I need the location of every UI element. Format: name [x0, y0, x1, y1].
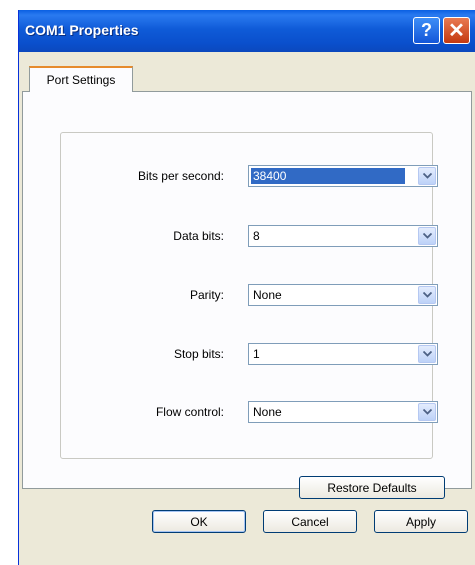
- cancel-button[interactable]: Cancel: [263, 510, 357, 533]
- flow-control-select[interactable]: None: [248, 401, 438, 423]
- port-settings-panel: Bits per second: 38400 Data bits: 8 Pari…: [22, 91, 472, 499]
- question-mark-icon: ?: [421, 20, 432, 40]
- tab-port-settings[interactable]: Port Settings: [29, 66, 133, 92]
- data-bits-select[interactable]: 8: [248, 225, 438, 247]
- chevron-down-icon[interactable]: [418, 403, 436, 421]
- tab-label: Port Settings: [46, 73, 116, 87]
- close-button[interactable]: ✕: [443, 17, 470, 44]
- bits-per-second-label: Bits per second:: [137, 169, 224, 183]
- window-title: COM1 Properties: [25, 22, 139, 38]
- apply-button[interactable]: Apply: [374, 510, 468, 533]
- chevron-down-icon[interactable]: [418, 227, 436, 245]
- ok-label: OK: [190, 514, 208, 529]
- data-bits-label: Data bits:: [173, 229, 224, 243]
- flow-control-value: None: [253, 405, 282, 419]
- parity-value: None: [253, 288, 282, 302]
- cancel-label: Cancel: [291, 514, 329, 529]
- parity-select[interactable]: None: [248, 284, 438, 306]
- stop-bits-select[interactable]: 1: [248, 343, 438, 365]
- com1-properties-dialog: COM1 Properties ? ✕ Port Settings Bits p…: [18, 10, 475, 565]
- title-bar[interactable]: COM1 Properties ? ✕: [19, 10, 475, 52]
- chevron-down-icon[interactable]: [418, 167, 436, 185]
- settings-group: Bits per second: 38400 Data bits: 8 Pari…: [60, 132, 438, 459]
- ok-button[interactable]: OK: [152, 510, 246, 533]
- restore-defaults-button[interactable]: Restore Defaults: [299, 476, 445, 499]
- help-button[interactable]: ?: [413, 17, 440, 44]
- bits-per-second-value: 38400: [251, 168, 405, 184]
- stop-bits-value: 1: [253, 347, 260, 361]
- chevron-down-icon[interactable]: [418, 286, 436, 304]
- flow-control-label: Flow control:: [155, 405, 224, 419]
- restore-defaults-label: Restore Defaults: [327, 480, 417, 495]
- parity-label: Parity:: [189, 288, 224, 302]
- chevron-down-icon[interactable]: [418, 345, 436, 363]
- close-icon: ✕: [448, 20, 465, 42]
- apply-label: Apply: [405, 514, 437, 529]
- data-bits-value: 8: [253, 229, 260, 243]
- bits-per-second-select[interactable]: 38400: [248, 165, 438, 187]
- stop-bits-label: Stop bits:: [173, 347, 224, 361]
